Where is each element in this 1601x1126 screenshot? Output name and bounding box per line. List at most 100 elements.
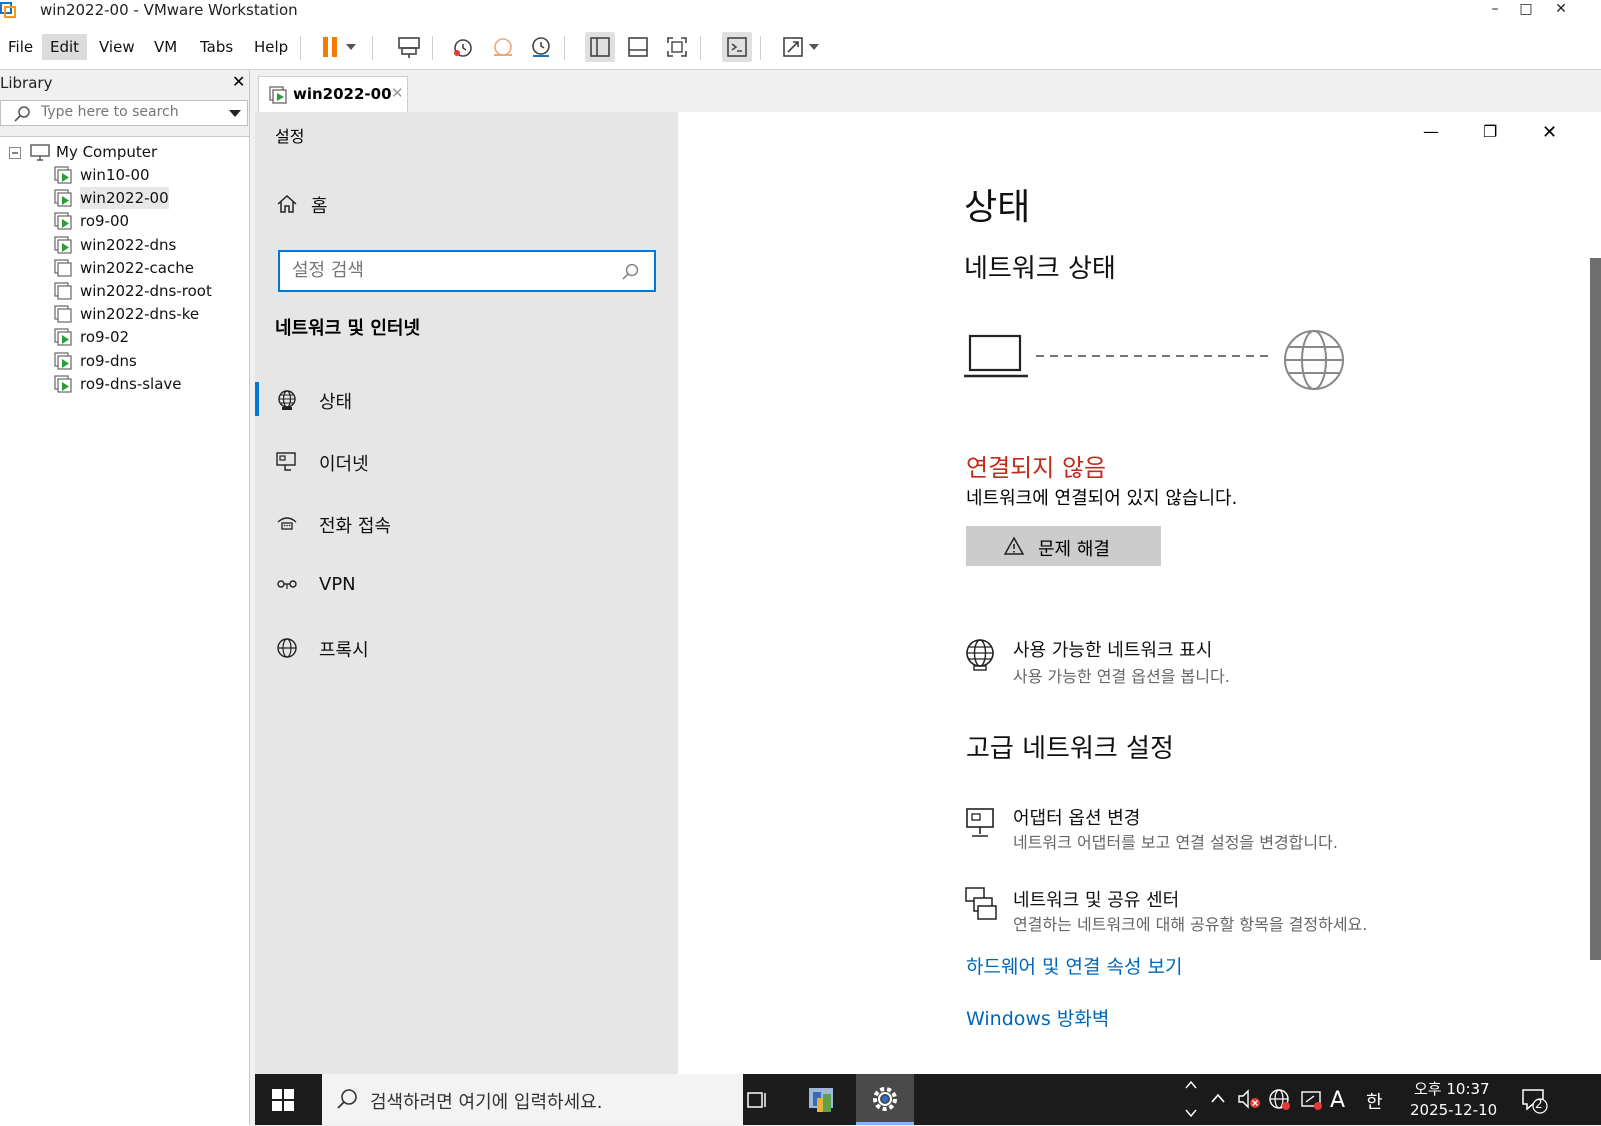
show-thumbnail-bar-button[interactable]	[623, 32, 653, 62]
windows-start-icon[interactable]	[272, 1089, 294, 1111]
taskbar-scroll-icon[interactable]	[1184, 1078, 1198, 1120]
vm-running-icon	[54, 189, 72, 207]
troubleshoot-button[interactable]: 문제 해결	[966, 526, 1161, 566]
nav-vpn-label: VPN	[319, 574, 356, 595]
tree-vm-label: win2022-dns-root	[80, 282, 212, 300]
guest-console[interactable]: 설정 홈 네트워크 및 인터넷 상태 이더넷 전화 접속 VPN	[255, 112, 1601, 1125]
collapse-icon[interactable]	[9, 147, 21, 159]
vm-running-icon	[54, 235, 72, 254]
search-icon	[622, 263, 639, 280]
menu-vm[interactable]: VM	[146, 34, 185, 60]
maximize-button[interactable]: □	[1511, 0, 1541, 20]
hardware-properties-link[interactable]: 하드웨어 및 연결 속성 보기	[966, 952, 1182, 979]
chevron-down-icon[interactable]	[229, 110, 241, 118]
computer-icon	[30, 144, 50, 161]
proxy-globe-icon	[277, 638, 297, 658]
vm-running-icon	[54, 351, 72, 370]
stretch-guest-button[interactable]	[778, 32, 808, 62]
nav-item-dial-up[interactable]: 전화 접속	[255, 502, 678, 546]
notification-center-icon[interactable]	[1520, 1086, 1548, 1114]
vmware-logo-icon	[0, 2, 16, 18]
task-view-icon[interactable]	[745, 1088, 769, 1112]
connection-status: 연결되지 않음	[966, 454, 1107, 482]
tree-vm-label: win2022-dns-ke	[80, 305, 200, 324]
settings-minimize-button[interactable]: —	[1423, 122, 1439, 141]
clock-time[interactable]: 오후 10:37	[1414, 1078, 1490, 1099]
guest-scrollbar[interactable]	[1590, 258, 1601, 960]
nav-item-vpn[interactable]: VPN	[255, 564, 678, 608]
menu-tabs[interactable]: Tabs	[192, 34, 241, 60]
notification-count: 2	[1535, 1097, 1543, 1111]
tree-vm-label: win10-00	[80, 166, 150, 184]
tab-label: win2022-00	[293, 85, 392, 103]
system-tray: A 한 오후 10:37 2025-12-10 2	[1200, 1074, 1601, 1125]
taskbar-search-box[interactable]: 검색하려면 여기에 입력하세요.	[322, 1074, 743, 1125]
sharing-center-title[interactable]: 네트워크 및 공유 센터	[1013, 886, 1179, 912]
full-screen-button[interactable]	[662, 32, 692, 62]
send-ctrl-alt-del-button[interactable]	[394, 32, 424, 62]
snapshot-revert-button[interactable]	[488, 32, 518, 62]
snapshot-manager-button[interactable]	[526, 32, 556, 62]
console-view-button[interactable]	[722, 32, 752, 62]
chevron-down-icon	[809, 44, 819, 50]
stretch-dropdown-button[interactable]	[806, 32, 822, 62]
settings-taskbar-button[interactable]	[856, 1074, 914, 1125]
clock-date[interactable]: 2025-12-10	[1410, 1101, 1497, 1119]
vm-off-icon	[54, 259, 72, 277]
network-globe-icon[interactable]	[1268, 1088, 1292, 1112]
minimize-button[interactable]: –	[1480, 0, 1510, 20]
menu-help[interactable]: Help	[246, 34, 296, 60]
gear-icon	[873, 1087, 897, 1111]
ime-mode-a[interactable]: A	[1330, 1088, 1345, 1113]
close-button[interactable]: ✕	[1546, 0, 1576, 20]
vm-off-icon	[54, 305, 72, 323]
chevron-up-icon[interactable]	[1210, 1092, 1226, 1104]
library-search-box[interactable]	[0, 100, 248, 126]
nav-dial-up-label: 전화 접속	[319, 516, 391, 537]
security-warning-icon[interactable]	[1300, 1088, 1324, 1112]
vm-running-icon	[54, 166, 72, 184]
warning-icon	[1004, 536, 1024, 555]
ime-mode-han[interactable]: 한	[1366, 1088, 1383, 1114]
show-networks-title[interactable]: 사용 가능한 네트워크 표시	[1013, 636, 1212, 662]
network-diagram	[964, 330, 1344, 390]
settings-search-box[interactable]	[278, 250, 656, 292]
library-search-input[interactable]	[41, 104, 221, 120]
active-indicator	[255, 382, 259, 416]
settings-home-link[interactable]: 홈	[255, 182, 678, 226]
nav-item-ethernet[interactable]: 이더넷	[255, 440, 678, 484]
nav-item-status[interactable]: 상태	[255, 378, 678, 422]
library-close-button[interactable]: ✕	[232, 72, 245, 91]
volume-muted-icon[interactable]	[1237, 1088, 1261, 1110]
snapshot-revert-icon	[494, 38, 512, 56]
settings-section-title: 네트워크 및 인터넷	[275, 318, 421, 339]
snapshot-take-button[interactable]	[448, 32, 478, 62]
sharing-center-icon	[965, 887, 997, 920]
tab-win2022-00[interactable]: win2022-00 ✕	[258, 76, 408, 112]
library-title: Library	[0, 74, 53, 92]
library-tree: My Computer win10-00 win2022-00 ro9-00 win2…	[0, 136, 249, 1126]
laptop-icon	[964, 334, 1028, 378]
settings-restore-button[interactable]: ❐	[1483, 122, 1497, 141]
power-dropdown-button[interactable]	[342, 32, 360, 62]
vpn-icon	[277, 580, 297, 589]
menu-file[interactable]: File	[0, 34, 41, 60]
menu-edit[interactable]: Edit	[42, 34, 88, 60]
menu-view[interactable]: View	[91, 34, 143, 60]
tree-vm-label: win2022-00	[80, 187, 169, 210]
thumbnail-bar-icon	[628, 37, 648, 57]
connection-status-desc: 네트워크에 연결되어 있지 않습니다.	[966, 488, 1238, 509]
server-manager-icon[interactable]	[805, 1084, 837, 1116]
nav-item-proxy[interactable]: 프록시	[255, 626, 678, 670]
settings-search-input[interactable]	[292, 260, 612, 281]
tree-vm-label: ro9-00	[80, 212, 130, 231]
settings-close-button[interactable]: ✕	[1542, 122, 1557, 143]
windows-firewall-link[interactable]: Windows 방화벽	[966, 1004, 1109, 1031]
adapter-options-title[interactable]: 어댑터 옵션 변경	[1013, 804, 1140, 830]
tab-close-button[interactable]: ✕	[391, 84, 404, 102]
show-library-button[interactable]	[585, 32, 615, 62]
home-label: 홈	[311, 196, 328, 217]
vm-tab-strip: win2022-00 ✕	[250, 70, 1601, 112]
dial-up-icon	[277, 517, 297, 530]
console-terminal-icon	[727, 37, 747, 57]
